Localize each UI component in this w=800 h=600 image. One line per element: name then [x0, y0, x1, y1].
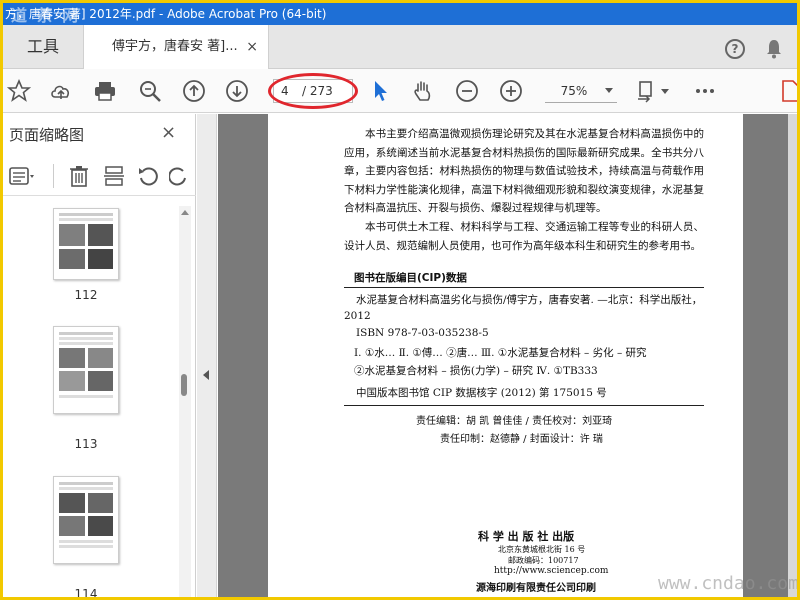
document-scrollbar[interactable]	[788, 114, 797, 597]
cip-line: 2012	[344, 310, 371, 322]
publisher-postcode: 邮政编码：100717	[508, 556, 579, 565]
help-icon[interactable]: ?	[725, 39, 745, 59]
thumbnail-panel: 页面缩略图 × 112 113 114	[3, 114, 196, 600]
close-icon[interactable]: ×	[246, 25, 258, 69]
rule-line	[344, 287, 704, 288]
panel-collapse-strip[interactable]	[197, 114, 217, 597]
thumbnail-page-113[interactable]	[53, 326, 119, 414]
doc-paragraph: 本书可供土木工程、材料科学与工程、交通运输工程等专业的科研人员、设计人员、规范编…	[344, 221, 704, 252]
fit-page-icon[interactable]	[635, 79, 659, 103]
fit-dropdown-chevron-icon[interactable]	[661, 89, 669, 94]
tab-document-label: 傅宇方，唐春安 著]...	[112, 39, 238, 54]
zoom-in-icon[interactable]	[499, 79, 523, 103]
cip-number: 中国版本图书馆 CIP 数据核字 (2012) 第 175015 号	[356, 387, 607, 399]
watermark-bottom: www.cndao.com	[658, 573, 799, 594]
toolbar: 4 / 273 75%	[3, 69, 797, 113]
thumbnail-list: 112 113 114	[3, 206, 181, 600]
zoom-value: 75%	[560, 84, 588, 98]
zoom-search-icon[interactable]	[138, 79, 162, 103]
close-icon[interactable]: ×	[161, 122, 176, 143]
thumbnail-label: 112	[74, 288, 98, 302]
doc-paragraph: 本书主要介绍高温微观损伤理论研究及其在水泥基复合材料高温损伤中的应用，系统阐述当…	[344, 128, 704, 214]
pdf-page: 本书主要介绍高温微观损伤理论研究及其在水泥基复合材料高温损伤中的应用，系统阐述当…	[268, 114, 743, 597]
star-icon[interactable]	[7, 79, 31, 103]
page-down-icon[interactable]	[225, 79, 249, 103]
thumbnail-page-114[interactable]	[53, 476, 119, 564]
cloud-upload-icon[interactable]	[49, 79, 73, 103]
chevron-down-icon[interactable]	[605, 88, 613, 93]
editors-line: 责任编辑：胡 凯 曾佳佳 / 责任校对：刘亚琦	[416, 416, 613, 427]
rotate-right-icon[interactable]	[169, 165, 189, 187]
print-icon[interactable]	[93, 79, 117, 103]
tab-bar: 工具 傅宇方，唐春安 著]... × ?	[3, 25, 797, 70]
select-cursor-icon[interactable]	[369, 79, 393, 103]
bell-icon[interactable]	[765, 39, 783, 59]
pdf-export-icon[interactable]	[779, 79, 800, 103]
publisher: 科 学 出 版 社 出版	[478, 530, 575, 543]
scrollbar-thumb[interactable]	[181, 374, 187, 396]
app-window: 方，唐春安 著] 2012年.pdf - Adobe Acrobat Pro (…	[0, 0, 800, 600]
cip-class: Ⅰ. ①水… Ⅱ. ①傅… ②唐… Ⅲ. ①水泥基复合材料 – 劣化 – 研究	[354, 347, 647, 359]
cip-class: ②水泥基复合材料 – 损伤(力学) – 研究 Ⅳ. ①TB333	[354, 365, 598, 377]
rule-line	[344, 405, 704, 406]
options-menu-icon[interactable]	[9, 166, 35, 186]
rotate-left-icon[interactable]	[137, 165, 159, 187]
tab-document[interactable]: 傅宇方，唐春安 著]... ×	[83, 25, 269, 70]
thumbnail-label: 113	[74, 437, 98, 451]
cip-line: 水泥基复合材料高温劣化与损伤/傅宇方，唐春安著. —北京：科学出版社，	[356, 294, 703, 306]
panel-title: 页面缩略图	[9, 126, 85, 144]
more-options-icon[interactable]	[693, 79, 717, 103]
cip-title: 图书在版编目(CIP)数据	[354, 272, 467, 284]
publisher-address: 北京东黄城根北街 16 号	[498, 545, 586, 554]
highlight-oval	[268, 73, 358, 109]
title-bar: 方，唐春安 著] 2012年.pdf - Adobe Acrobat Pro (…	[3, 3, 797, 25]
collapse-arrow-icon[interactable]	[203, 370, 209, 380]
cip-isbn: ISBN 978-7-03-035238-5	[356, 327, 489, 339]
editors-line: 责任印制：赵德静 / 封面设计：许 瑞	[440, 434, 603, 445]
insert-page-icon[interactable]	[103, 165, 125, 187]
publisher-website: http://www.sciencep.com	[494, 566, 609, 576]
tab-tools[interactable]: 工具	[3, 25, 83, 69]
scroll-up-icon[interactable]	[181, 210, 189, 215]
thumbnail-page-112[interactable]	[53, 208, 119, 280]
panel-toolbar	[3, 156, 196, 196]
thumbnail-label: 114	[74, 587, 98, 600]
zoom-out-icon[interactable]	[455, 79, 479, 103]
watermark-top: 道 茶 网	[11, 6, 81, 25]
trash-icon[interactable]	[69, 165, 89, 187]
document-view: 本书主要介绍高温微观损伤理论研究及其在水泥基复合材料高温损伤中的应用，系统阐述当…	[218, 114, 797, 597]
thumbnail-scrollbar[interactable]	[179, 206, 191, 597]
printer: 源海印刷有限责任公司印刷	[476, 583, 596, 594]
divider	[53, 164, 54, 188]
hand-tool-icon[interactable]	[411, 79, 435, 103]
page-up-icon[interactable]	[182, 79, 206, 103]
